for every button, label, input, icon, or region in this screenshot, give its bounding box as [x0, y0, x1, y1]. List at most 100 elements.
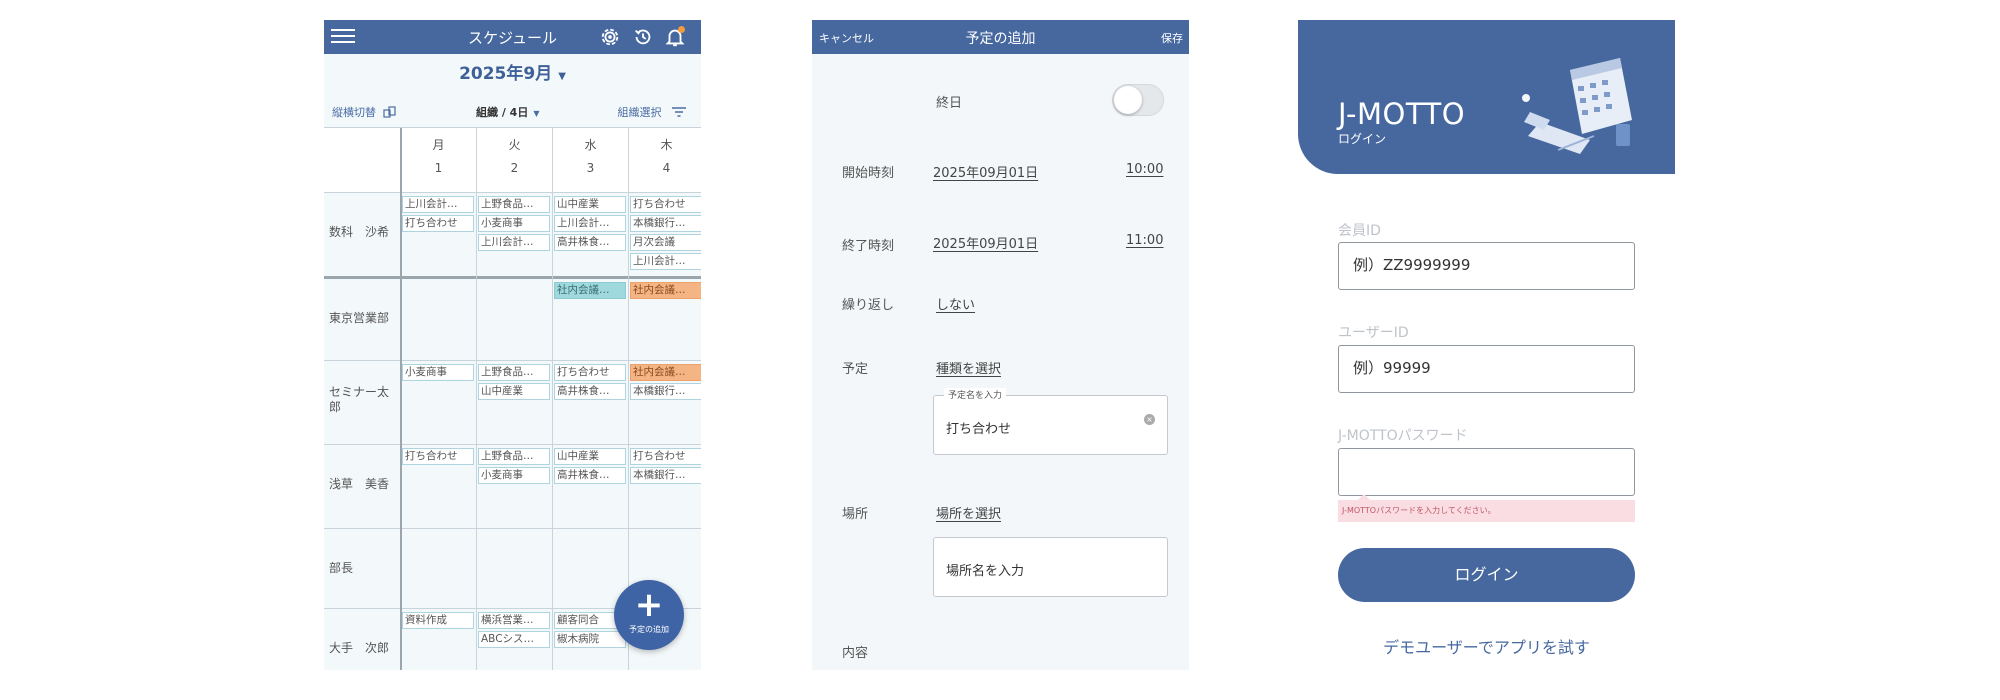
row-owner-name[interactable]: セミナー太郎: [329, 385, 399, 415]
place-select[interactable]: 場所を選択: [936, 503, 1001, 522]
schedule-row: 浅草 美香 打ち合わせ 上野食品… 小麦商事 山中産業 高井株食… 打ち合わせ 本橋銀行…: [324, 444, 701, 528]
add-event-header: キャンセル 予定の追加 保存: [812, 20, 1189, 54]
event-name-input[interactable]: 予定名を入力 打ち合わせ ×: [933, 388, 1168, 455]
login-subtitle: ログイン: [1338, 132, 1387, 146]
gear-icon[interactable]: [599, 26, 621, 48]
event-label: 予定: [842, 362, 869, 377]
org-select-label: 組織選択: [617, 106, 662, 119]
event-chip[interactable]: 月次会議: [630, 234, 701, 251]
event-chip[interactable]: 打ち合わせ: [630, 448, 701, 465]
event-chip[interactable]: ABCシス…: [478, 631, 550, 648]
schedule-screen: スケジュール 2025年9月 ▼ 縦横切替 組織 / 4日 ▼ 組織選択 月 1…: [324, 20, 701, 670]
filter-icon: [672, 107, 686, 117]
row-owner-name[interactable]: 浅草 美香: [329, 477, 399, 492]
start-time-field[interactable]: 10:00: [1126, 162, 1163, 177]
event-chip[interactable]: 上川会計…: [478, 234, 550, 251]
notification-bell-icon[interactable]: [664, 26, 686, 48]
event-chip[interactable]: 本橋銀行…: [630, 215, 701, 232]
org-select-button[interactable]: 組織選択: [618, 104, 688, 120]
event-chip[interactable]: 小麦商事: [478, 215, 550, 232]
event-chip[interactable]: 上川会計…: [402, 196, 474, 213]
schedule-toolbar: 縦横切替 組織 / 4日 ▼ 組織選択: [324, 94, 701, 128]
month-selector[interactable]: 2025年9月 ▼: [324, 54, 701, 94]
repeat-label: 繰り返し: [842, 298, 895, 313]
event-chip[interactable]: 打ち合わせ: [554, 364, 626, 381]
event-chip[interactable]: 上野食品…: [478, 364, 550, 381]
password-field[interactable]: [1338, 448, 1635, 496]
rotate-icon: [382, 106, 396, 118]
end-time-field[interactable]: 11:00: [1126, 233, 1163, 248]
place-name-placeholder: 場所名を入力: [946, 564, 1025, 579]
day-name: 火: [508, 138, 521, 152]
event-chip[interactable]: 横浜営業…: [478, 612, 550, 629]
view-mode-label: 組織 / 4日: [476, 106, 529, 119]
row-owner-name[interactable]: 大手 次郎: [329, 641, 399, 656]
user-id-label: ユーザーID: [1338, 325, 1409, 341]
end-date-field[interactable]: 2025年09月01日: [933, 233, 1038, 252]
event-chip[interactable]: 資料作成: [402, 612, 474, 629]
calendar-illustration-icon: [1522, 58, 1632, 154]
plus-icon: +: [634, 585, 664, 625]
event-chip[interactable]: 社内会議…: [630, 364, 701, 381]
password-label: J-MOTTOパスワード: [1338, 428, 1468, 444]
day-header-4: 木4: [628, 128, 701, 192]
event-chip[interactable]: 上川会計…: [554, 215, 626, 232]
day-number: 2: [510, 161, 519, 175]
save-button[interactable]: 保存: [1161, 30, 1183, 46]
toggle-orientation-button[interactable]: 縦横切替: [332, 104, 397, 120]
day-number: 4: [662, 161, 671, 175]
day-header-1: 月1: [400, 128, 476, 192]
toggle-knob: [1114, 86, 1142, 114]
event-chip[interactable]: 上野食品…: [478, 196, 550, 213]
event-chip[interactable]: 社内会議…: [630, 282, 701, 299]
event-name-value: 打ち合わせ: [946, 422, 1012, 437]
schedule-row: セミナー太郎 小麦商事 上野食品… 山中産業 打ち合わせ高井株食… 社内会議… 本橋銀行…: [324, 360, 701, 444]
event-chip[interactable]: 打ち合わせ: [402, 215, 474, 232]
page-title: 予定の追加: [965, 31, 1036, 47]
row-owner-name[interactable]: 部長: [329, 561, 399, 576]
event-chip[interactable]: 社内会議…: [554, 282, 626, 299]
day-header-2: 火2: [476, 128, 552, 192]
event-chip[interactable]: 小麦商事: [478, 467, 550, 484]
event-chip[interactable]: 高井株食…: [554, 383, 626, 400]
event-chip[interactable]: 高井株食…: [554, 234, 626, 251]
event-chip[interactable]: 山中産業: [554, 196, 626, 213]
brand-logo: J-MOTTO: [1338, 97, 1466, 131]
event-chip[interactable]: 上野食品…: [478, 448, 550, 465]
history-icon[interactable]: [632, 26, 654, 48]
clear-icon[interactable]: ×: [1144, 414, 1155, 425]
start-date-field[interactable]: 2025年09月01日: [933, 162, 1038, 181]
add-event-fab[interactable]: + 予定の追加: [614, 580, 684, 650]
schedule-header: スケジュール: [324, 20, 701, 54]
login-screen: J-MOTTO ログイン 会員ID 例）ZZ9999999 ユーザーID 例）9…: [1298, 20, 1675, 670]
view-mode-dropdown[interactable]: 組織 / 4日 ▼: [476, 104, 540, 120]
chevron-down-icon: ▼: [533, 109, 540, 118]
grid-divider: [400, 128, 402, 670]
demo-user-link[interactable]: デモユーザーでアプリを試す: [1298, 634, 1675, 658]
event-chip[interactable]: 打ち合わせ: [402, 448, 474, 465]
event-chip[interactable]: 本橋銀行…: [630, 467, 701, 484]
login-button[interactable]: ログイン: [1338, 548, 1635, 602]
event-chip[interactable]: 上川会計…: [630, 253, 701, 270]
user-id-field[interactable]: 例）99999: [1338, 345, 1635, 393]
day-name: 木: [660, 138, 673, 152]
row-owner-name[interactable]: 数科 沙希: [329, 225, 399, 240]
event-chip[interactable]: 打ち合わせ: [630, 196, 701, 213]
event-type-select[interactable]: 種類を選択: [936, 358, 1001, 377]
place-name-input[interactable]: 場所名を入力: [933, 537, 1168, 597]
place-label: 場所: [842, 507, 869, 522]
start-time-label: 開始時刻: [842, 166, 895, 181]
event-chip[interactable]: 小麦商事: [402, 364, 474, 381]
event-chip[interactable]: 山中産業: [478, 383, 550, 400]
day-name: 水: [584, 138, 597, 152]
all-day-toggle[interactable]: [1112, 84, 1164, 116]
event-chip[interactable]: 高井株食…: [554, 467, 626, 484]
repeat-field[interactable]: しない: [936, 294, 975, 313]
row-owner-name[interactable]: 東京営業部: [329, 311, 399, 326]
event-chip[interactable]: 本橋銀行…: [630, 383, 701, 400]
member-id-field[interactable]: 例）ZZ9999999: [1338, 242, 1635, 290]
day-number: 1: [434, 161, 443, 175]
event-chip[interactable]: 山中産業: [554, 448, 626, 465]
grid-divider: [476, 128, 477, 670]
add-event-fab-label: 予定の追加: [629, 625, 669, 634]
